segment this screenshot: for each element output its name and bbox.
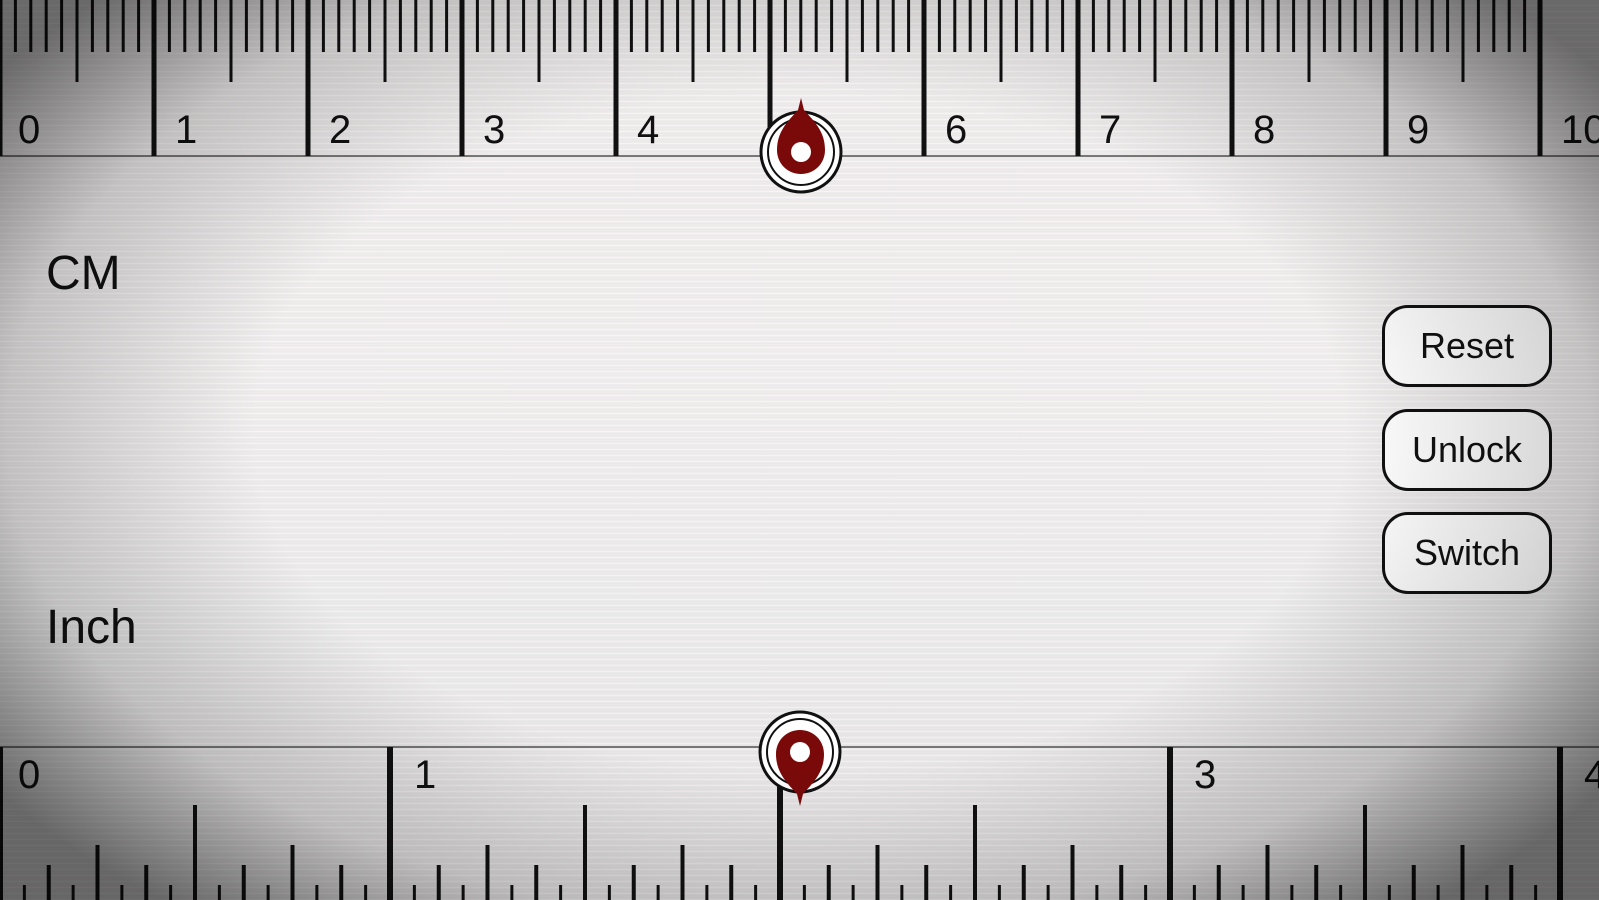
reset-button[interactable]: Reset [1382, 305, 1552, 387]
cm-tick-label: 0 [18, 108, 40, 152]
ruler-app: 0 1 2 3 4 6 7 8 9 10 CM Inch Reset Unlock Switch … [0, 0, 1599, 900]
pin-marker-icon [758, 710, 841, 806]
cm-tick-label: 3 [483, 108, 505, 152]
inch-tick-label: 0 [18, 753, 40, 797]
inch-tick-label: 3 [1194, 753, 1216, 797]
cm-unit-label: CM [46, 247, 121, 300]
cm-tick-label: 8 [1253, 108, 1275, 152]
inch-tick-label: 1 [414, 753, 436, 797]
inch-unit-label: Inch [46, 601, 137, 654]
cm-tick-label: 10 [1561, 108, 1599, 152]
cm-tick-label: 2 [329, 108, 351, 152]
cm-tick-label: 6 [945, 108, 967, 152]
cm-tick-label: 7 [1099, 108, 1121, 152]
pin-marker-icon [759, 98, 843, 194]
cm-tick-label: 4 [637, 108, 659, 152]
cm-tick-label: 9 [1407, 108, 1429, 152]
unlock-button[interactable]: Unlock [1382, 409, 1552, 491]
inch-tick-label: 4 [1584, 753, 1599, 797]
switch-button[interactable]: Switch [1382, 512, 1552, 594]
cm-tick-label: 1 [175, 108, 197, 152]
inch-marker-handle[interactable] [758, 708, 842, 812]
cm-marker-handle[interactable] [759, 92, 843, 196]
